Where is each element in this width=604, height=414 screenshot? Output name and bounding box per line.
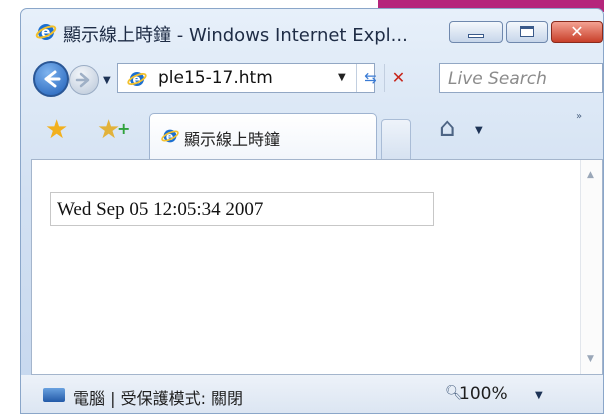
navigation-bar: ▼ e ple15-17.htm ▼ ⇆ ✕ Live Search [21,53,603,103]
back-arrow-icon [44,70,61,88]
browser-window: e 顯示線上時鐘 - Windows Internet Expl... ✕ ▼ [20,8,604,414]
clock-field[interactable]: Wed Sep 05 12:05:34 2007 [50,192,434,226]
maximize-button[interactable] [506,21,548,43]
tab-bar: ★ ★ + e 顯示線上時鐘 ⌂ ▼ » [21,103,603,159]
home-dropdown[interactable]: ▼ [475,125,483,136]
tab-label: 顯示線上時鐘 [184,130,281,149]
close-button[interactable]: ✕ [551,21,603,43]
security-zone-text[interactable]: 電腦 | 受保護模式: 關閉 [73,385,243,409]
page-ie-icon: e [127,72,147,87]
favorites-star-icon[interactable]: ★ [45,117,68,143]
refresh-icon[interactable]: ⇆ [356,64,384,92]
add-plus-icon: + [117,119,131,138]
window-title: 顯示線上時鐘 - Windows Internet Expl... [63,25,408,46]
zoom-dropdown[interactable]: ▼ [535,390,543,401]
forward-arrow-icon [75,72,90,88]
home-icon[interactable]: ⌂ [439,115,456,141]
zoom-level[interactable]: 100% [459,384,508,404]
title-bar: e 顯示線上時鐘 - Windows Internet Expl... ✕ [21,9,603,53]
new-tab-button[interactable] [381,119,411,159]
clock-text: Wed Sep 05 12:05:34 2007 [57,199,264,220]
scroll-up-icon[interactable]: ▲ [587,170,594,180]
minimize-button[interactable] [449,21,503,43]
computer-zone-icon [43,388,65,402]
minimize-icon [468,34,484,38]
close-icon: ✕ [570,22,584,41]
address-bar[interactable]: e ple15-17.htm ▼ ⇆ ✕ [117,63,405,93]
address-text: ple15-17.htm [158,68,273,88]
status-bar: 電腦 | 受保護模式: 關閉 🔍︎ 100% ▼ [21,375,603,413]
maximize-icon [520,26,534,37]
stop-icon[interactable]: ✕ [384,64,412,92]
scroll-down-icon[interactable]: ▼ [587,354,594,364]
ie-logo-icon: e [35,24,57,41]
page-content: Wed Sep 05 12:05:34 2007 ▲ ▼ [31,159,603,375]
forward-button[interactable] [69,65,99,95]
tab-ie-icon: e [161,129,179,143]
search-placeholder: Live Search [448,69,547,89]
address-dropdown[interactable]: ▼ [338,72,346,83]
tab-clock[interactable]: e 顯示線上時鐘 [149,113,377,159]
vertical-scrollbar[interactable]: ▲ ▼ [580,160,602,374]
search-input[interactable]: Live Search [439,63,603,93]
recent-pages-dropdown[interactable]: ▼ [103,75,111,86]
back-button[interactable] [33,61,69,97]
more-chevron-icon[interactable]: » [576,111,582,122]
